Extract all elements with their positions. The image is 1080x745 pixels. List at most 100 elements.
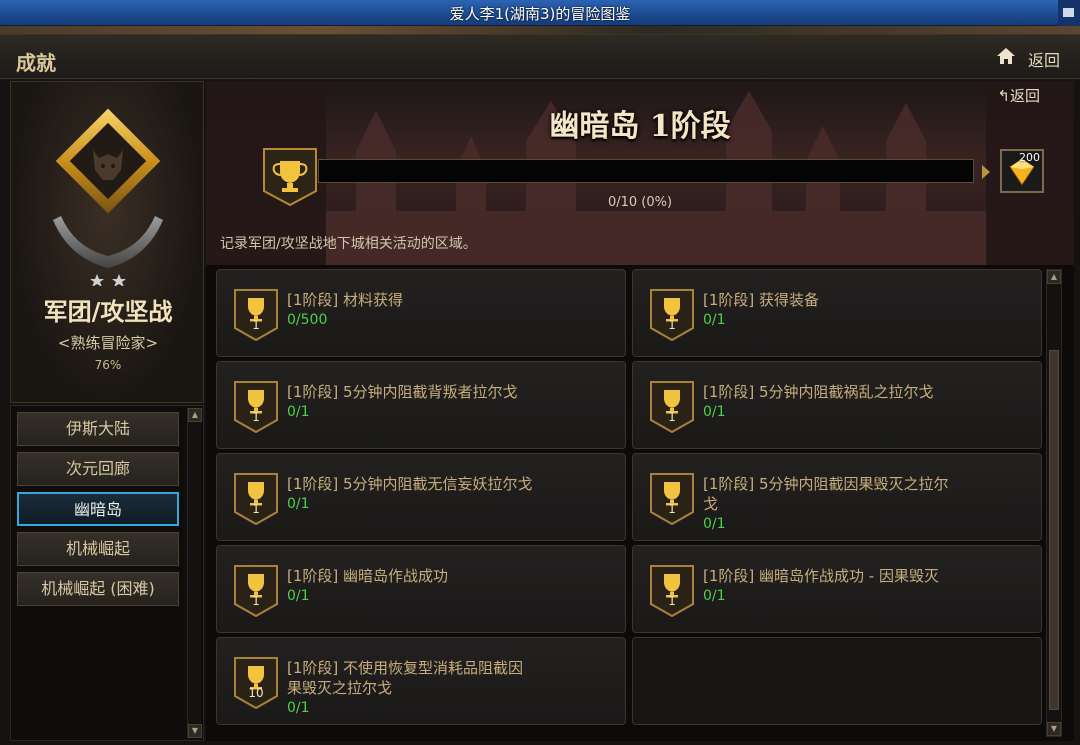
achievement-progress: 0/1 [703,404,726,420]
nav-item-label: 次元回廊 [65,459,130,478]
nav-item-label: 机械崛起 (困难) [41,579,155,598]
achievement-title: [1阶段] 幽暗岛作战成功 [287,567,449,585]
achievement-title: [1阶段] 获得装备 [703,291,820,309]
achievement-name: [1阶段] 不使用恢复型消耗品阻截因果毁灭之拉尔戈 0/1 [287,658,537,718]
achievement-name: [1阶段] 获得装备 0/1 [703,290,953,330]
trophy-icon: 10 [233,656,279,710]
achievement-progress: 0/1 [287,496,310,512]
header-back-button[interactable]: 返回 [1028,47,1060,71]
achievement-points: 1 [668,410,676,424]
stage-progress-bar [318,159,974,183]
achievement-card[interactable]: 1 [1阶段] 5分钟内阻截无信妄妖拉尔戈 0/1 [216,453,626,541]
stage-back-button[interactable]: ↰返回 [997,85,1040,106]
decorative-strip [0,26,1080,34]
achievement-points: 1 [668,594,676,608]
category-emblem-area: 军团/攻坚战 <熟练冒险家> 76% [10,81,204,403]
achievement-list: 1 [1阶段] 材料获得 0/500 1 [1阶段] 获得装备 0/1 1 [1阶段] 5分钟… [206,265,1074,741]
achievement-name: [1阶段] 5分钟内阻截因果毁灭之拉尔戈 0/1 [703,474,953,534]
achievement-progress: 0/1 [287,588,310,604]
achievement-card[interactable]: 1 [1阶段] 材料获得 0/500 [216,269,626,357]
achievement-progress: 0/1 [287,700,310,716]
nav-item-dark-island[interactable]: 幽暗岛 [17,492,179,526]
trophy-icon: 1 [233,288,279,342]
achievement-title: [1阶段] 5分钟内阻截无信妄妖拉尔戈 [287,475,533,493]
window-titlebar: 爱人李1(湖南3)的冒险图鉴 [0,0,1080,26]
scroll-down-icon[interactable]: ▼ [188,724,202,738]
trophy-icon: 1 [233,472,279,526]
stage-back-label: 返回 [1009,87,1040,105]
achievement-name: [1阶段] 5分钟内阻截祸乱之拉尔戈 0/1 [703,382,953,422]
achievement-card[interactable]: 1 [1阶段] 幽暗岛作战成功 0/1 [216,545,626,633]
achievement-title: [1阶段] 5分钟内阻截因果毁灭之拉尔戈 [703,475,949,513]
achievement-card[interactable]: 1 [1阶段] 5分钟内阻截因果毁灭之拉尔戈 0/1 [632,453,1042,541]
nav-item-isle[interactable]: 伊斯大陆 [17,412,179,446]
achievement-card[interactable]: 10 [1阶段] 不使用恢复型消耗品阻截因果毁灭之拉尔戈 0/1 [216,637,626,725]
trophy-icon: 1 [233,564,279,618]
achievement-progress: 0/1 [703,312,726,328]
home-icon[interactable] [996,46,1016,66]
demon-emblem-icon [53,108,163,286]
nav-item-machine-rise-hard[interactable]: 机械崛起 (困难) [17,572,179,606]
achievement-title: [1阶段] 幽暗岛作战成功 - 因果毁灭 [703,567,939,585]
achievement-points: 1 [252,594,260,608]
achievement-title: [1阶段] 材料获得 [287,291,404,309]
achievement-name: [1阶段] 幽暗岛作战成功 - 因果毁灭 0/1 [703,566,953,606]
scroll-up-icon[interactable]: ▲ [188,408,202,422]
nav-item-label: 幽暗岛 [73,500,122,519]
empty-card-slot [632,637,1042,725]
achievement-card[interactable]: 1 [1阶段] 5分钟内阻截背叛者拉尔戈 0/1 [216,361,626,449]
achievement-points: 1 [668,318,676,332]
scroll-down-icon[interactable]: ▼ [1047,722,1061,736]
achievement-title: [1阶段] 5分钟内阻截祸乱之拉尔戈 [703,383,934,401]
category-percent: 76% [94,358,122,372]
nav-scrollbar[interactable]: ▲ ▼ [187,408,202,738]
window-title: 爱人李1(湖南3)的冒险图鉴 [449,5,631,23]
stage-banner: 幽暗岛 1阶段 ↰返回 200 0/10 (0%) 记录军团/攻坚战地下城相关活… [206,81,1074,265]
header-bar: 成就 返回 [0,35,1080,79]
reward-count: 200 [1019,151,1040,164]
achievement-points: 1 [252,410,260,424]
list-scrollbar[interactable]: ▲ ▼ [1046,269,1062,737]
category-panel: 军团/攻坚战 <熟练冒险家> 76% 伊斯大陆 次元回廊 幽暗岛 机械崛起 机械… [10,81,204,741]
nav-item-label: 机械崛起 [65,539,130,558]
achievement-title: [1阶段] 不使用恢复型消耗品阻截因果毁灭之拉尔戈 [287,659,524,697]
achievement-name: [1阶段] 5分钟内阻截无信妄妖拉尔戈 0/1 [287,474,537,514]
trophy-icon: 1 [649,288,695,342]
achievement-progress: 0/500 [287,312,328,328]
trophy-icon: 1 [233,380,279,434]
trophy-icon: 1 [649,564,695,618]
header-title: 成就 [16,51,56,75]
scroll-up-icon[interactable]: ▲ [1047,270,1061,284]
stage-title: 幽暗岛 1阶段 [549,109,731,144]
achievement-card[interactable]: 1 [1阶段] 获得装备 0/1 [632,269,1042,357]
stage-description: 记录军团/攻坚战地下城相关活动的区域。 [220,236,477,252]
nav-item-dimension-corridor[interactable]: 次元回廊 [17,452,179,486]
achievement-points: 10 [248,686,264,700]
stage-panel: 幽暗岛 1阶段 ↰返回 200 0/10 (0%) 记录军团/攻坚战地下城相关活… [206,81,1074,741]
achievement-points: 1 [252,502,260,516]
nav-item-label: 伊斯大陆 [65,419,130,438]
achievement-name: [1阶段] 5分钟内阻截背叛者拉尔戈 0/1 [287,382,537,422]
stage-progress-text: 0/10 (0%) [607,195,673,210]
achievement-points: 1 [252,318,260,332]
progress-end-arrow-icon [982,165,990,179]
trophy-icon: 1 [649,472,695,526]
achievement-card[interactable]: 1 [1阶段] 5分钟内阻截祸乱之拉尔戈 0/1 [632,361,1042,449]
category-name: 军团/攻坚战 [43,297,173,326]
region-nav: 伊斯大陆 次元回廊 幽暗岛 机械崛起 机械崛起 (困难) ▲ ▼ [10,405,204,741]
nav-item-machine-rise[interactable]: 机械崛起 [17,532,179,566]
achievement-card[interactable]: 1 [1阶段] 幽暗岛作战成功 - 因果毁灭 0/1 [632,545,1042,633]
achievement-title: [1阶段] 5分钟内阻截背叛者拉尔戈 [287,383,518,401]
achievement-progress: 0/1 [287,404,310,420]
achievement-progress: 0/1 [703,516,726,532]
window-control-icon[interactable] [1058,0,1080,26]
achievement-progress: 0/1 [703,588,726,604]
trophy-icon: 1 [649,380,695,434]
scroll-thumb[interactable] [1049,350,1059,710]
gem-box-icon[interactable]: 200 [1000,149,1044,193]
achievement-name: [1阶段] 幽暗岛作战成功 0/1 [287,566,537,606]
achievement-window: 成就 返回 军团/攻坚战 <熟练冒险家> 76% 伊斯大陆 次元回廊 幽暗岛 机… [0,34,1080,745]
achievement-points: 1 [668,502,676,516]
achievement-name: [1阶段] 材料获得 0/500 [287,290,537,330]
category-rank: <熟练冒险家> [57,334,159,352]
